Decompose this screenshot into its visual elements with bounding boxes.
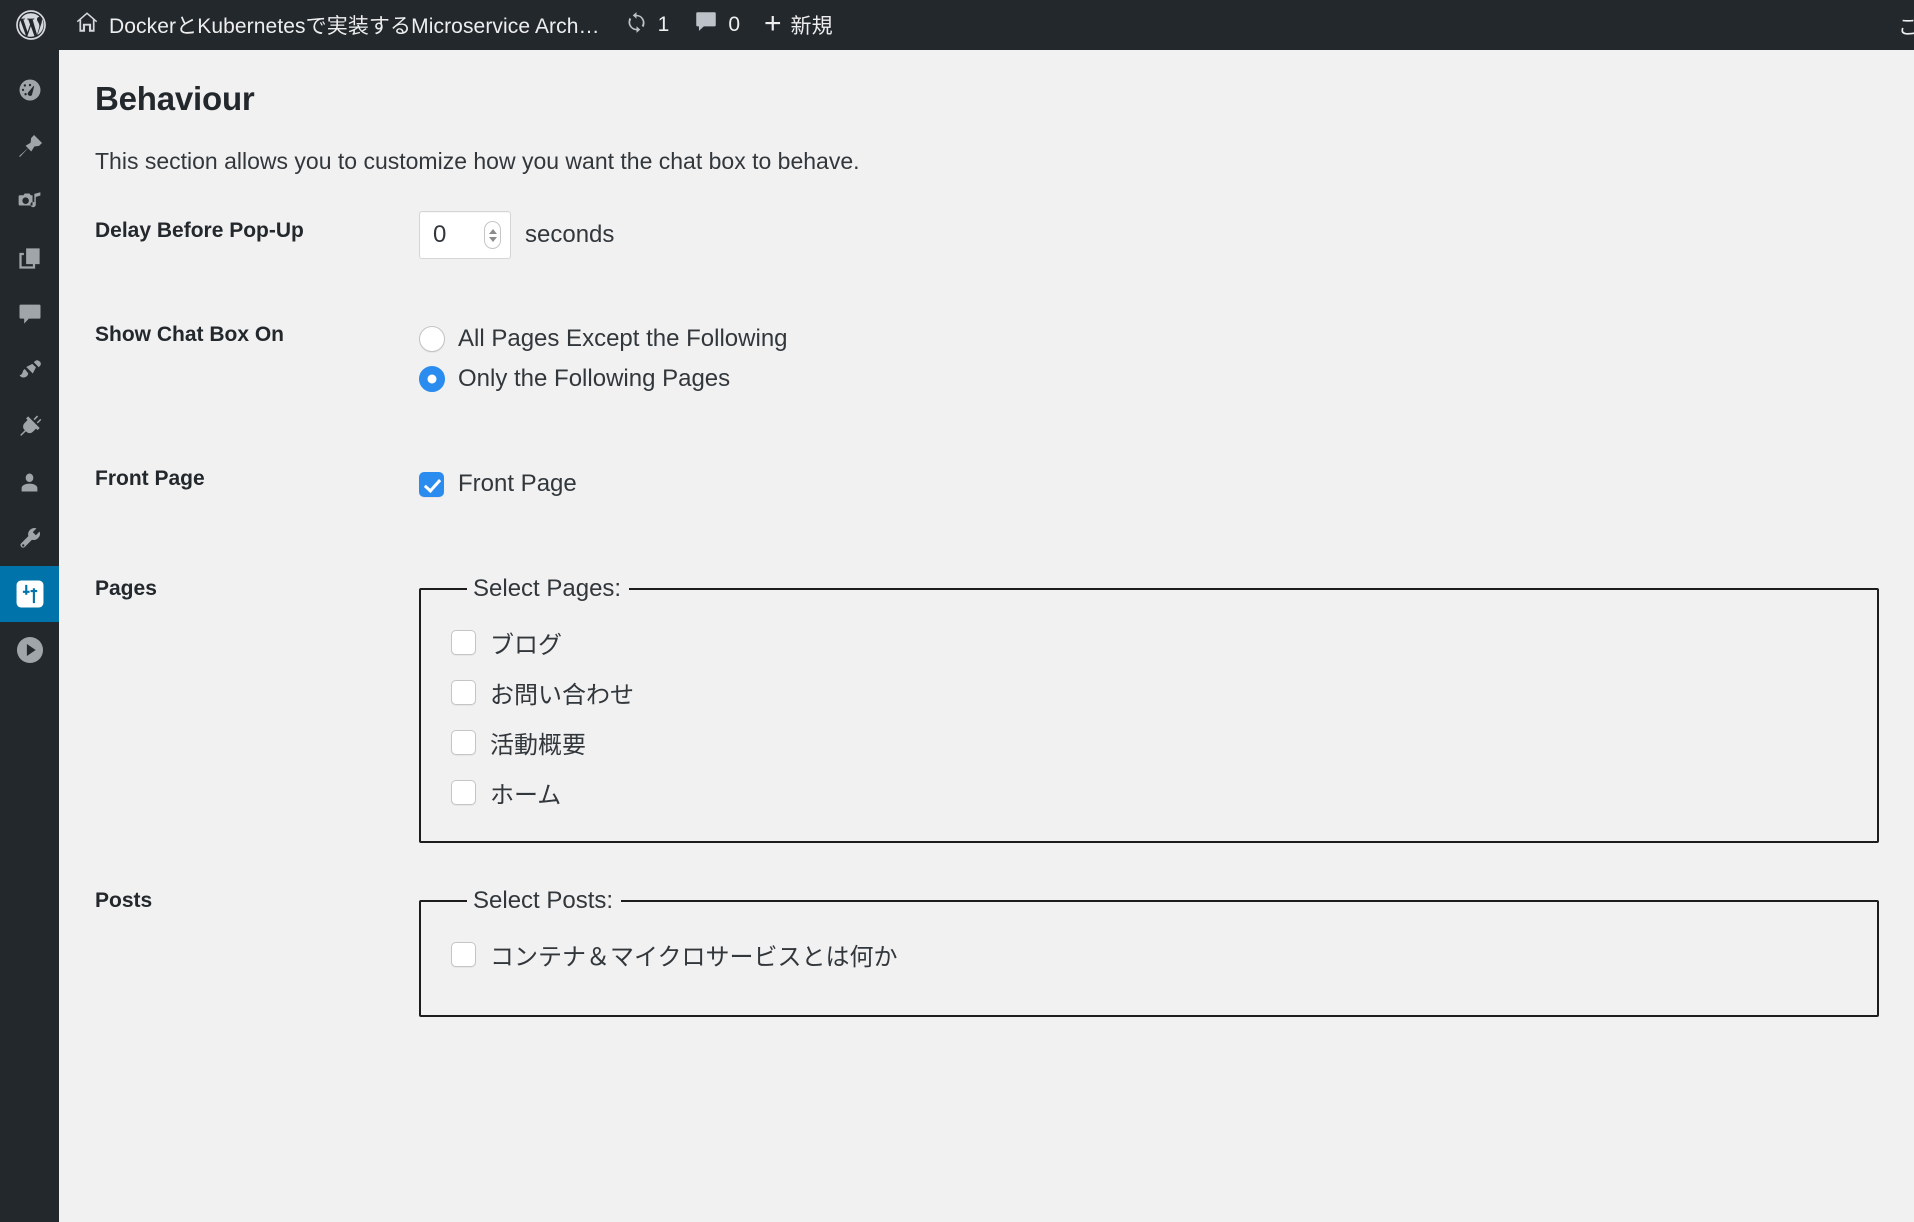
checkbox-page-1[interactable]: お問い合わせ bbox=[451, 667, 1877, 717]
pages-icon bbox=[16, 245, 43, 272]
field-pages: Select Pages: ブログ お問い合わせ 活動概要 ホーム bbox=[419, 555, 1914, 843]
plus-icon: + bbox=[764, 7, 782, 40]
checkbox-page-2-icon[interactable] bbox=[451, 729, 476, 755]
sidebar-item-media-player[interactable] bbox=[0, 622, 59, 678]
checkbox-post-0-label: コンテナ＆マイクロサービスとは何か bbox=[490, 943, 898, 971]
label-show-chat-box-on: Show Chat Box On bbox=[95, 323, 284, 346]
play-circle-icon bbox=[13, 633, 47, 667]
field-front-page: Front Page bbox=[419, 445, 1914, 509]
plug-icon bbox=[16, 412, 44, 440]
sidebar-item-comments[interactable] bbox=[0, 286, 59, 342]
section-description: This section allows you to customize how… bbox=[95, 148, 860, 174]
settings-content-area: Behaviour This section allows you to cus… bbox=[59, 50, 1914, 1222]
current-menu-arrow bbox=[59, 586, 67, 602]
show-chat-box-on-options: All Pages Except the Following Only the … bbox=[419, 315, 1914, 399]
comments-button[interactable]: 0 bbox=[681, 0, 752, 50]
checkbox-page-0[interactable]: ブログ bbox=[451, 617, 1877, 667]
select-pages-legend: Select Pages: bbox=[473, 575, 622, 602]
label-front-page: Front Page bbox=[95, 467, 205, 490]
sidebar-item-appearance[interactable] bbox=[0, 342, 59, 398]
updates-button[interactable]: 1 bbox=[612, 0, 682, 50]
sidebar-item-settings[interactable] bbox=[0, 566, 67, 622]
stepper-down-icon[interactable] bbox=[488, 236, 497, 242]
checkbox-page-0-label: ブログ bbox=[490, 631, 562, 659]
settings-form-table: Delay Before Pop-Up 0 seconds Show Chat … bbox=[59, 197, 1914, 1017]
radio-option-only-following[interactable]: Only the Following Pages bbox=[419, 359, 1914, 399]
checkbox-page-2-label: 活動概要 bbox=[490, 731, 586, 759]
field-show-chat-box-on: All Pages Except the Following Only the … bbox=[419, 301, 1914, 399]
menu-spacer-top bbox=[0, 50, 59, 62]
checkbox-front-page-icon[interactable] bbox=[419, 471, 444, 497]
updates-count: 1 bbox=[657, 13, 670, 36]
field-delay-before-popup: 0 seconds bbox=[419, 197, 1914, 259]
comments-count: 0 bbox=[728, 13, 741, 36]
page-title: Behaviour bbox=[95, 80, 255, 117]
home-icon bbox=[74, 9, 100, 41]
delay-number-input[interactable]: 0 bbox=[419, 211, 511, 259]
comments-icon bbox=[16, 300, 44, 328]
media-icon bbox=[15, 188, 44, 217]
radio-only-following-icon[interactable] bbox=[419, 366, 445, 392]
new-content-label: 新規 bbox=[790, 15, 833, 38]
pin-icon bbox=[16, 132, 44, 160]
select-posts-legend: Select Posts: bbox=[473, 887, 614, 914]
label-posts: Posts bbox=[95, 889, 153, 912]
checkbox-page-2[interactable]: 活動概要 bbox=[451, 717, 1877, 767]
sidebar-item-tools[interactable] bbox=[0, 510, 59, 566]
checkbox-post-0[interactable]: コンテナ＆マイクロサービスとは何か bbox=[451, 929, 1877, 979]
delay-stepper[interactable] bbox=[484, 221, 501, 249]
paintbrush-icon bbox=[16, 356, 44, 384]
sidebar-item-pages[interactable] bbox=[0, 230, 59, 286]
delay-input-wrapper: 0 seconds bbox=[419, 211, 614, 259]
row-posts: Posts Select Posts: コンテナ＆マイクロサービスとは何か bbox=[59, 867, 1914, 1017]
dashboard-icon bbox=[16, 76, 44, 104]
radio-all-pages-except-icon[interactable] bbox=[419, 326, 445, 352]
sidebar-item-dashboard[interactable] bbox=[0, 62, 59, 118]
wordpress-logo-button[interactable] bbox=[0, 0, 62, 50]
updates-icon bbox=[624, 10, 649, 41]
checkbox-page-3-label: ホーム bbox=[490, 781, 562, 809]
row-delay-before-popup: Delay Before Pop-Up 0 seconds bbox=[59, 197, 1914, 259]
delay-input-value: 0 bbox=[433, 221, 447, 248]
checkbox-page-1-label: お問い合わせ bbox=[490, 681, 634, 709]
checkbox-front-page[interactable]: Front Page bbox=[419, 459, 1914, 509]
checkbox-page-3-icon[interactable] bbox=[451, 779, 476, 805]
field-posts: Select Posts: コンテナ＆マイクロサービスとは何か bbox=[419, 867, 1914, 1017]
howdy-label: こ bbox=[1898, 16, 1914, 39]
row-front-page: Front Page Front Page bbox=[59, 445, 1914, 509]
label-delay-before-popup: Delay Before Pop-Up bbox=[95, 219, 304, 242]
wrench-icon bbox=[16, 524, 44, 552]
stepper-up-icon[interactable] bbox=[488, 228, 497, 234]
checkbox-post-0-icon[interactable] bbox=[451, 941, 476, 967]
sidebar-item-media[interactable] bbox=[0, 174, 59, 230]
radio-all-pages-except-label: All Pages Except the Following bbox=[458, 325, 788, 352]
sidebar-item-plugins[interactable] bbox=[0, 398, 59, 454]
checkbox-page-1-icon[interactable] bbox=[451, 679, 476, 705]
my-account-menu[interactable]: こ bbox=[1898, 0, 1914, 50]
site-name-button[interactable]: DockerとKubernetesで実装するMicroservice Arch… bbox=[62, 0, 612, 50]
site-name-label: DockerとKubernetesで実装するMicroservice Arch… bbox=[109, 15, 600, 38]
select-posts-fieldset: Select Posts: コンテナ＆マイクロサービスとは何か bbox=[419, 887, 1879, 1017]
radio-option-all-pages-except[interactable]: All Pages Except the Following bbox=[419, 319, 1914, 359]
label-pages: Pages bbox=[95, 577, 157, 600]
checkbox-front-page-label: Front Page bbox=[458, 470, 577, 497]
radio-only-following-label: Only the Following Pages bbox=[458, 365, 731, 392]
wordpress-logo-icon bbox=[14, 8, 48, 42]
checkbox-page-0-icon[interactable] bbox=[451, 629, 476, 655]
user-icon bbox=[16, 469, 43, 496]
sliders-icon bbox=[13, 577, 47, 611]
sidebar-item-users[interactable] bbox=[0, 454, 59, 510]
row-show-chat-box-on: Show Chat Box On All Pages Except the Fo… bbox=[59, 301, 1914, 399]
admin-bar: DockerとKubernetesで実装するMicroservice Arch…… bbox=[0, 0, 1914, 50]
checkbox-page-3[interactable]: ホーム bbox=[451, 767, 1877, 817]
comment-bubble-icon bbox=[693, 9, 719, 41]
row-pages: Pages Select Pages: ブログ お問い合わせ 活動概要 ホーム bbox=[59, 555, 1914, 843]
select-pages-fieldset: Select Pages: ブログ お問い合わせ 活動概要 ホーム bbox=[419, 575, 1879, 843]
delay-unit-label: seconds bbox=[525, 221, 615, 248]
admin-sidebar-menu bbox=[0, 50, 67, 1222]
new-content-button[interactable]: + 新規 bbox=[752, 0, 845, 50]
sidebar-item-posts[interactable] bbox=[0, 118, 59, 174]
